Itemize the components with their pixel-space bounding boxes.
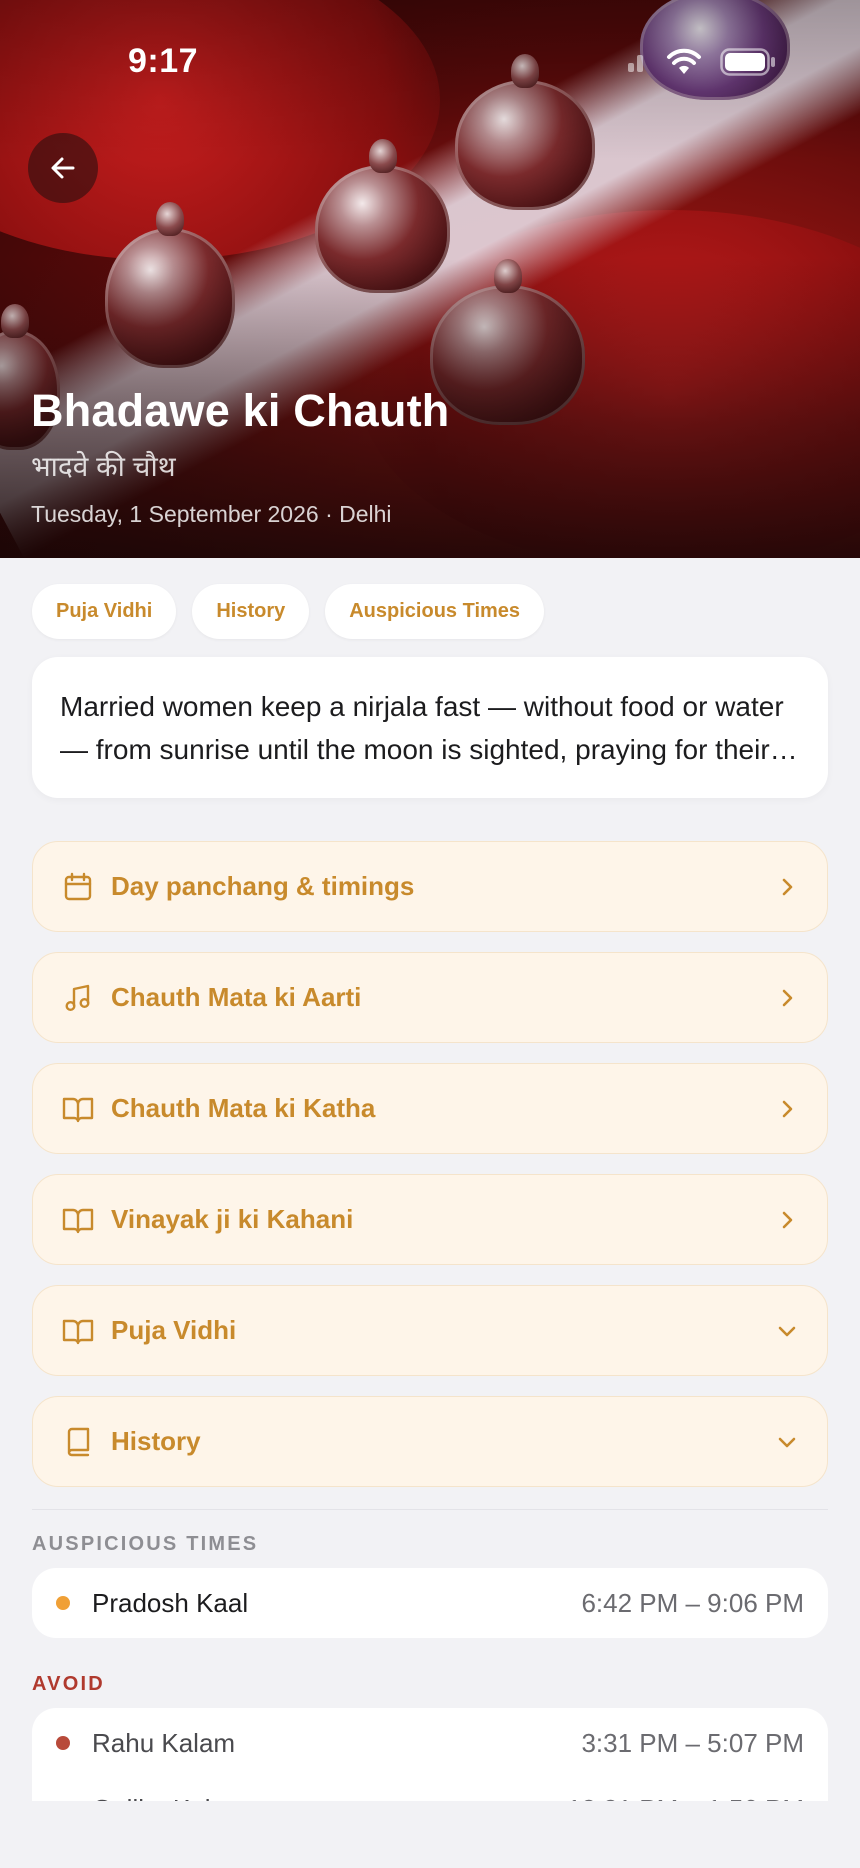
row-history[interactable]: History [32, 1396, 828, 1487]
description-card[interactable]: Married women keep a nirjala fast — with… [32, 657, 828, 798]
divider [32, 1509, 828, 1510]
status-dot [56, 1596, 70, 1610]
back-button[interactable] [28, 133, 98, 203]
row-label: Chauth Mata ki Katha [111, 1093, 376, 1123]
closed-book-icon [61, 1425, 95, 1459]
avoid-heading: AVOID [32, 1673, 105, 1695]
time-name: Pradosh Kaal [92, 1587, 249, 1618]
auspicious-times-heading: AUSPICIOUS TIMES [32, 1533, 259, 1555]
description-text: Married women keep a nirjala fast — with… [60, 691, 784, 765]
row-label: Chauth Mata ki Aarti [111, 982, 362, 1012]
chevron-right-icon [773, 984, 801, 1012]
wifi-icon [667, 48, 701, 74]
battery-icon [720, 48, 775, 76]
music-note-icon [61, 981, 95, 1015]
chevron-right-icon [773, 1095, 801, 1123]
auspicious-times-card: Pradosh Kaal 6:42 PM – 9:06 PM [32, 1568, 828, 1638]
time-row-rahu-kalam: Rahu Kalam 3:31 PM – 5:07 PM [32, 1708, 828, 1778]
date-location: Tuesday, 1 September 2026 · Delhi [31, 501, 392, 527]
chevron-down-icon [773, 1428, 801, 1456]
row-label: Puja Vidhi [111, 1315, 237, 1345]
status-icons [626, 48, 776, 76]
time-range: 3:31 PM – 5:07 PM [581, 1727, 804, 1758]
row-aarti[interactable]: Chauth Mata ki Aarti [32, 952, 828, 1043]
row-puja-vidhi[interactable]: Puja Vidhi [32, 1285, 828, 1376]
arrow-left-icon [51, 157, 75, 179]
open-book-icon [61, 1314, 95, 1348]
time-range: 6:42 PM – 9:06 PM [581, 1587, 804, 1618]
row-label: Day panchang & timings [111, 871, 415, 901]
row-label: History [111, 1426, 201, 1456]
calendar-icon [61, 870, 95, 904]
open-book-icon [61, 1092, 95, 1126]
time-name: Rahu Kalam [92, 1727, 236, 1758]
time-row-pradosh-kaal: Pradosh Kaal 6:42 PM – 9:06 PM [32, 1568, 828, 1638]
status-time: 9:17 [128, 42, 199, 80]
chip-puja-vidhi[interactable]: Puja Vidhi [32, 584, 177, 639]
page-title: Bhadawe ki Chauth [31, 385, 450, 436]
bottom-safe-area [0, 1801, 860, 1868]
status-dot [56, 1736, 70, 1750]
chevron-down-icon [773, 1317, 801, 1345]
section-chips: Puja Vidhi History Auspicious Times [32, 584, 545, 639]
row-label: Vinayak ji ki Kahani [111, 1204, 354, 1234]
signal-icon [628, 55, 643, 72]
row-kahani[interactable]: Vinayak ji ki Kahani [32, 1174, 828, 1265]
chip-history[interactable]: History [192, 584, 310, 639]
page-subtitle-hindi: भादवे की चौथ [31, 451, 176, 482]
chevron-right-icon [773, 1206, 801, 1234]
open-book-icon [61, 1203, 95, 1237]
chip-auspicious-times[interactable]: Auspicious Times [325, 584, 545, 639]
chevron-right-icon [773, 873, 801, 901]
row-katha[interactable]: Chauth Mata ki Katha [32, 1063, 828, 1154]
row-day-panchang[interactable]: Day panchang & timings [32, 841, 828, 932]
